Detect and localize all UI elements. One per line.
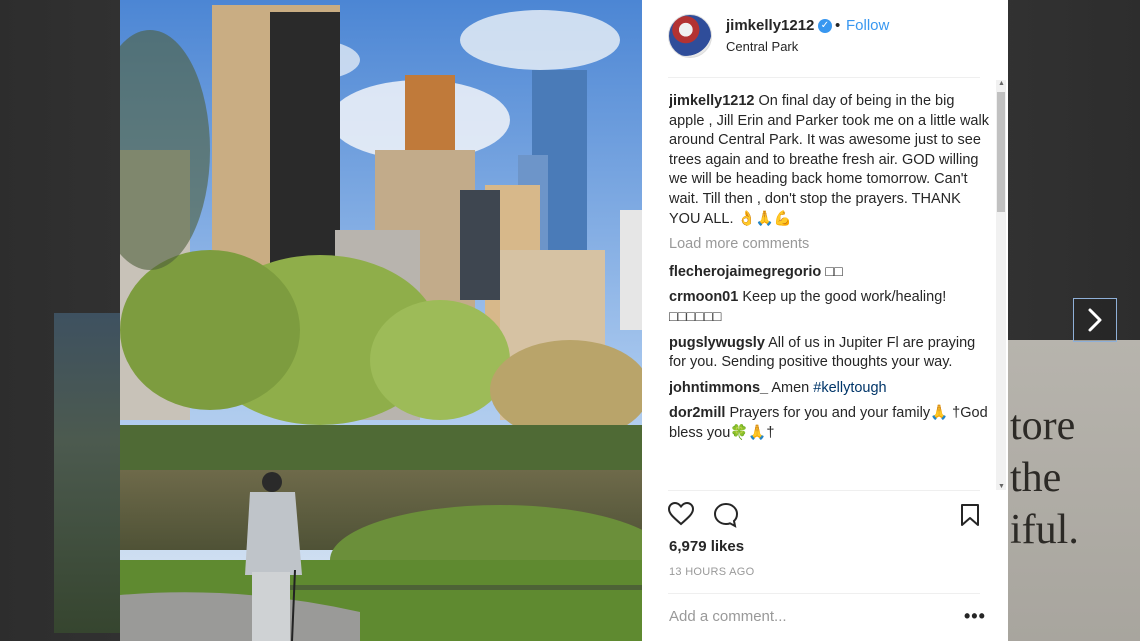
bookmark-icon[interactable] [960, 503, 980, 527]
comments-scrollbar[interactable]: ▲ ▼ [996, 80, 1006, 490]
divider [668, 490, 980, 491]
heart-icon[interactable] [668, 502, 694, 526]
post-username[interactable]: jimkelly1212 [726, 17, 814, 34]
background-word: tore [1010, 403, 1076, 449]
comment-username[interactable]: dor2mill [669, 405, 725, 421]
scroll-up-icon[interactable]: ▲ [998, 80, 1005, 87]
next-post-button[interactable] [1073, 298, 1117, 342]
post-header: jimkelly1212 ✓ • Follow Central Park [642, 0, 1008, 78]
comment-text: □□ [825, 263, 843, 280]
verified-badge-icon: ✓ [818, 19, 832, 33]
caption-username[interactable]: jimkelly1212 [669, 93, 754, 109]
comment-username[interactable]: pugslywugsly [669, 335, 765, 351]
comment-item: crmoon01 Keep up the good work/healing! … [669, 288, 993, 327]
post-photo[interactable] [120, 0, 642, 641]
background-document-right: tore the iful. [1008, 340, 1140, 641]
comment-text: Amen [771, 379, 810, 396]
background-word: iful. [1010, 507, 1079, 553]
scroll-down-icon[interactable]: ▼ [998, 483, 1005, 490]
hashtag-link[interactable]: #kellytough [813, 380, 886, 396]
central-park-photo [120, 0, 642, 641]
comments-section: jimkelly1212 On final day of being in th… [669, 92, 993, 488]
post-timestamp: 13 HOURS AGO [669, 566, 755, 578]
comment-username[interactable]: crmoon01 [669, 289, 738, 305]
comment-item: flecherojaimegregorio □□ [669, 263, 993, 283]
divider [668, 77, 980, 78]
scrollbar-thumb[interactable] [997, 92, 1005, 212]
post-details-panel: jimkelly1212 ✓ • Follow Central Park jim… [642, 0, 1008, 641]
comment-username[interactable]: flecherojaimegregorio [669, 264, 821, 280]
avatar[interactable] [668, 14, 712, 58]
divider [668, 593, 980, 594]
comment-item: pugslywugsly All of us in Jupiter Fl are… [669, 334, 993, 373]
likes-count[interactable]: 6,979 likes [669, 538, 744, 555]
comment-item: johntimmons_ Amen #kellytough [669, 379, 993, 399]
add-comment-input[interactable]: Add a comment... [669, 608, 787, 625]
comment-username[interactable]: johntimmons_ [669, 380, 768, 396]
more-options-button[interactable]: ••• [964, 606, 986, 627]
post-location[interactable]: Central Park [726, 39, 798, 54]
comment-item: dor2mill Prayers for you and your family… [669, 404, 993, 443]
separator-dot: • [835, 17, 841, 34]
comment-icon[interactable] [713, 502, 739, 528]
chevron-right-icon [1088, 308, 1102, 332]
caption-text: On final day of being in the big apple ,… [669, 93, 989, 227]
load-more-comments-button[interactable]: Load more comments [669, 235, 993, 255]
background-word: the [1010, 455, 1062, 501]
background-photo-left [54, 313, 120, 633]
follow-button[interactable]: Follow [846, 17, 889, 34]
post-caption: jimkelly1212 On final day of being in th… [669, 92, 993, 229]
